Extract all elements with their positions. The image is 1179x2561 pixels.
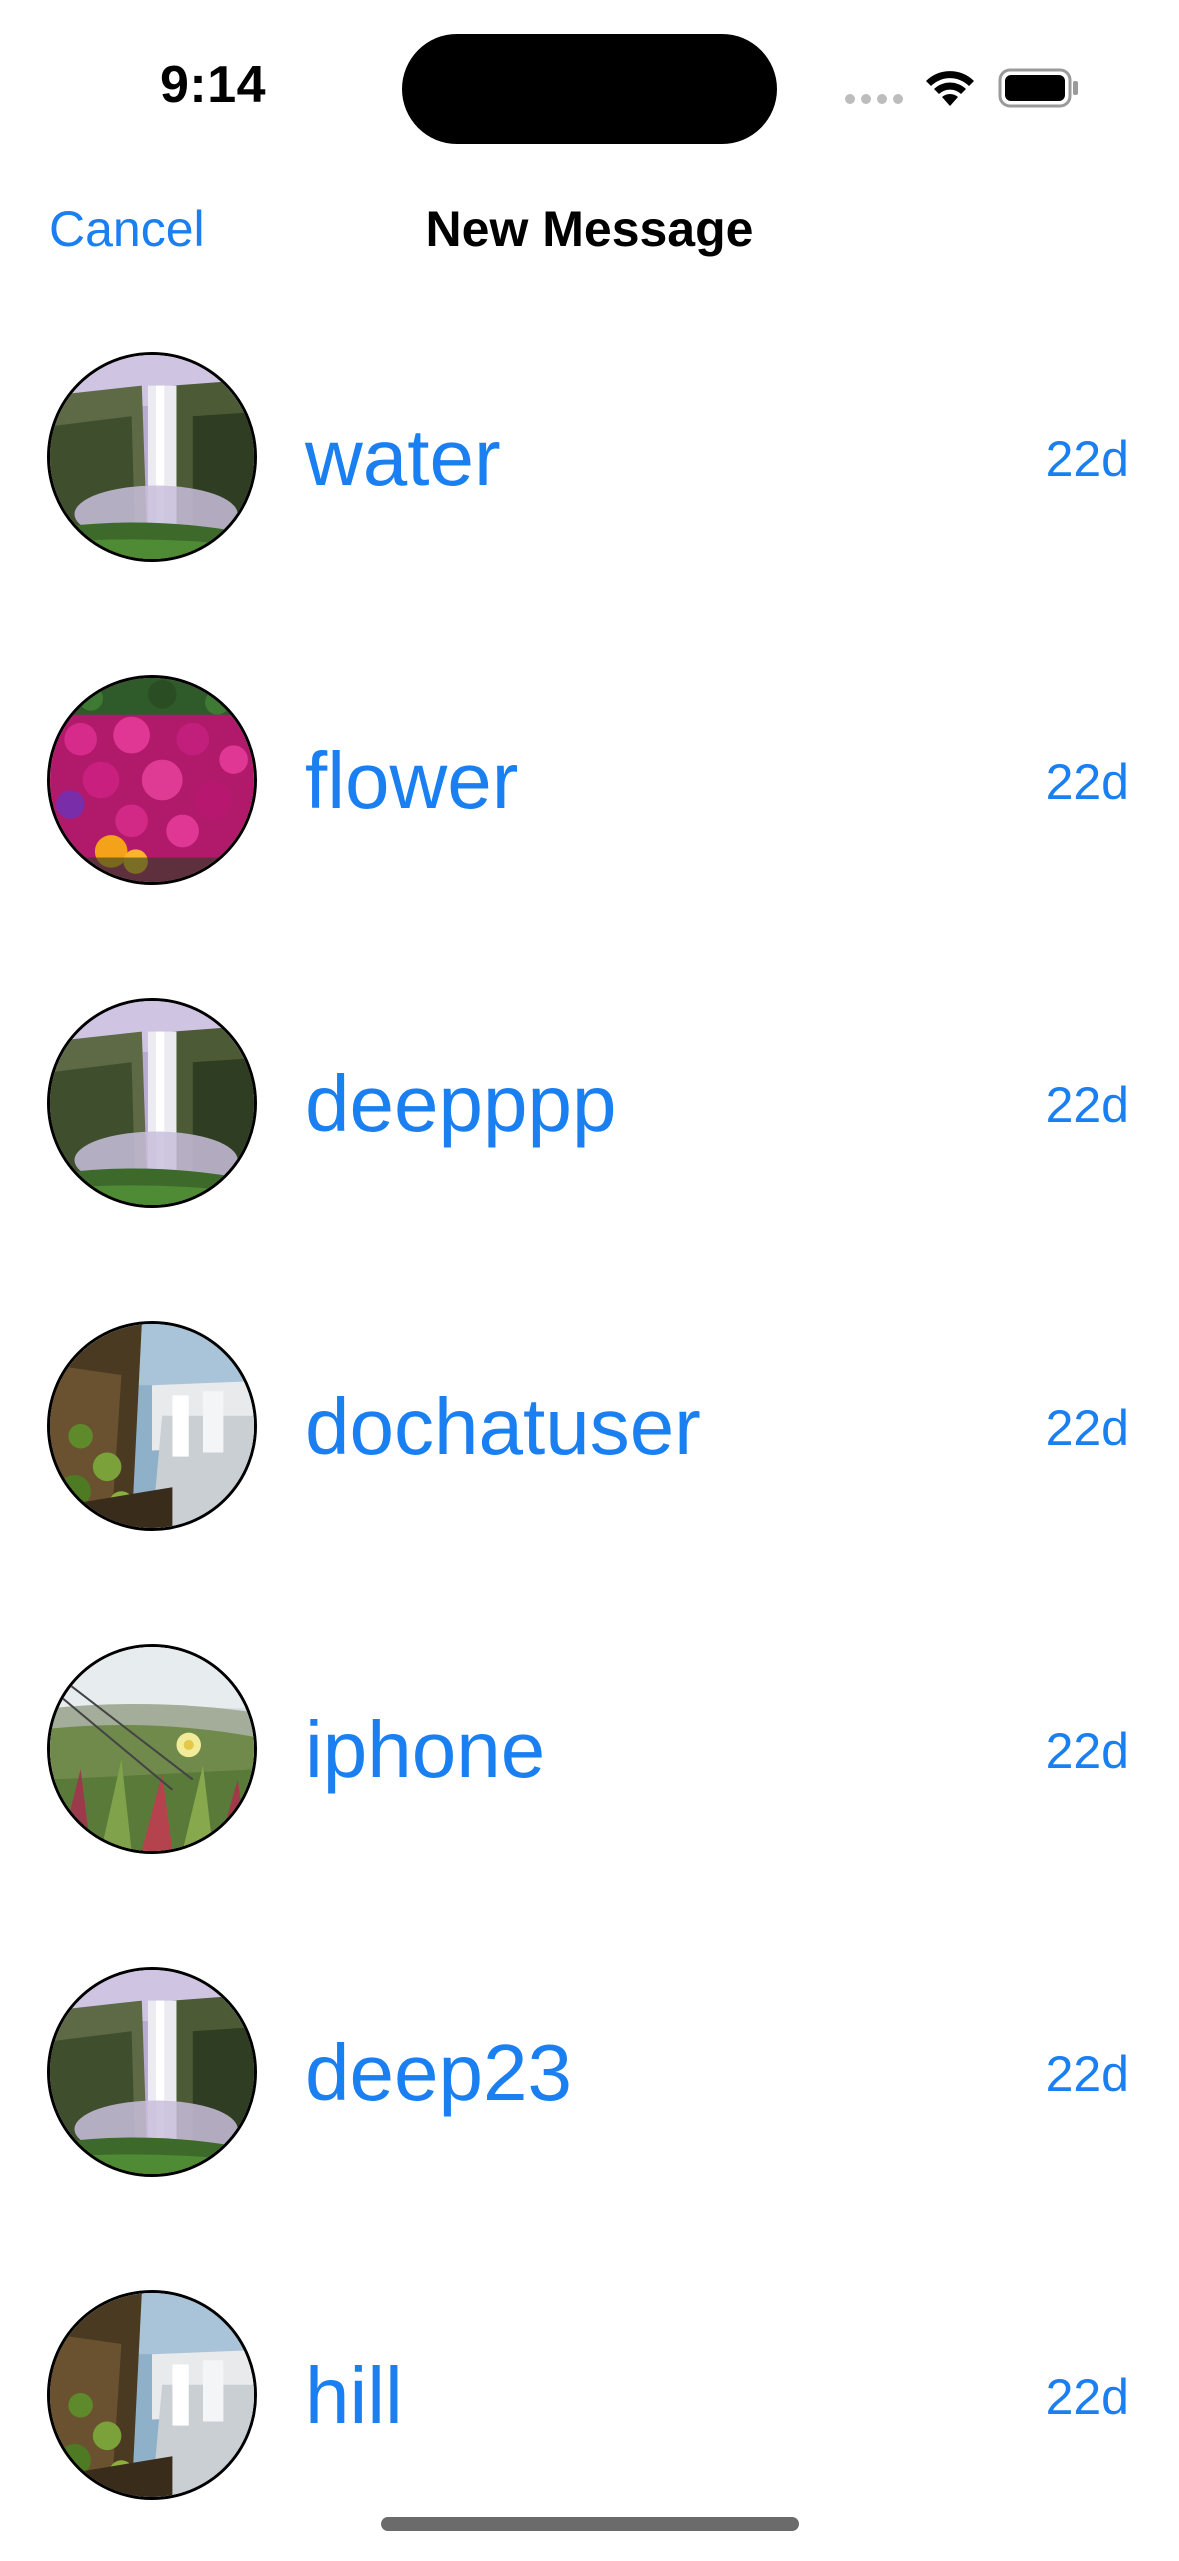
message-time: 22d xyxy=(1045,2046,1129,2102)
message-time: 22d xyxy=(1045,754,1129,810)
status-bar: 9:14 xyxy=(0,0,1179,180)
avatar xyxy=(47,1321,257,1531)
home-indicator[interactable] xyxy=(381,2517,799,2531)
wifi-icon xyxy=(926,71,974,106)
user-name: flower xyxy=(305,736,519,825)
user-row[interactable]: water 22d xyxy=(0,300,1179,623)
user-name: dochatuser xyxy=(305,1382,701,1471)
avatar xyxy=(47,998,257,1208)
status-time: 9:14 xyxy=(160,56,267,114)
user-row[interactable]: flower 22d xyxy=(0,623,1179,946)
cellular-signal-icon xyxy=(845,94,903,104)
user-name: iphone xyxy=(305,1705,546,1794)
user-name: hill xyxy=(305,2351,403,2440)
user-row[interactable]: deep23 22d xyxy=(0,1915,1179,2238)
battery-icon xyxy=(998,68,1078,108)
message-time: 22d xyxy=(1045,1723,1129,1779)
message-time: 22d xyxy=(1045,1400,1129,1456)
user-name: deepppp xyxy=(305,1059,617,1148)
avatar xyxy=(47,352,257,562)
cancel-button[interactable]: Cancel xyxy=(49,200,205,258)
avatar xyxy=(47,1967,257,2177)
navigation-bar: New Message Cancel xyxy=(0,180,1179,280)
user-name: deep23 xyxy=(305,2028,572,2117)
user-row[interactable]: iphone 22d xyxy=(0,1592,1179,1915)
user-row[interactable]: hill 22d xyxy=(0,2238,1179,2561)
user-row[interactable]: deepppp 22d xyxy=(0,946,1179,1269)
message-time: 22d xyxy=(1045,431,1129,487)
avatar xyxy=(47,2290,257,2500)
user-row[interactable]: dochatuser 22d xyxy=(0,1269,1179,1592)
dynamic-island xyxy=(402,34,777,144)
message-time: 22d xyxy=(1045,1077,1129,1133)
avatar xyxy=(47,675,257,885)
user-list: water 22d flower 22d deepppp 22d dochatu… xyxy=(0,300,1179,2561)
avatar xyxy=(47,1644,257,1854)
message-time: 22d xyxy=(1045,2369,1129,2425)
user-name: water xyxy=(305,413,501,502)
